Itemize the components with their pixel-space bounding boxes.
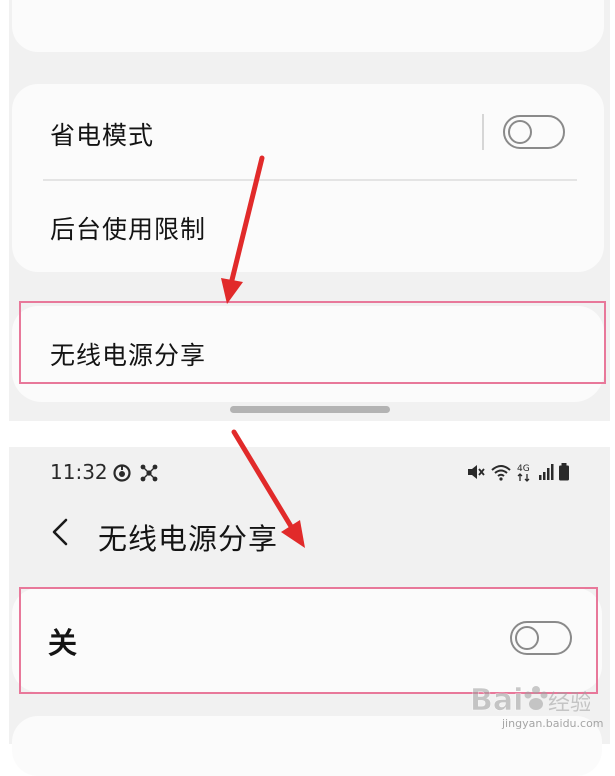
page-title: 无线电源分享	[98, 522, 279, 556]
battery-icon	[559, 463, 569, 481]
back-chevron-icon[interactable]	[48, 517, 78, 547]
app-icon	[140, 464, 158, 482]
4g-icon: 4G	[517, 464, 530, 482]
watermark-url: jingyan.baidu.com	[502, 717, 604, 730]
power-saving-label[interactable]: 省电模式	[50, 116, 154, 152]
svg-text:Bai: Bai	[470, 683, 523, 718]
svg-text:经验: 经验	[548, 691, 590, 716]
highlight-box-wireless	[19, 301, 606, 384]
signal-icon	[539, 464, 554, 480]
power-saving-toggle[interactable]	[503, 115, 565, 149]
previous-card	[12, 0, 604, 52]
status-icons: 4G	[466, 460, 570, 484]
status-time: 11:32	[50, 460, 108, 484]
toggle-knob	[508, 120, 532, 144]
wifi-icon	[491, 465, 511, 481]
background-limits-label[interactable]: 后台使用限制	[50, 210, 206, 246]
notification-icon	[113, 464, 131, 482]
row-divider	[43, 179, 577, 181]
mute-icon	[468, 465, 485, 479]
home-indicator	[230, 406, 390, 413]
svg-text:4G: 4G	[517, 464, 530, 474]
toggle-divider	[482, 114, 484, 150]
